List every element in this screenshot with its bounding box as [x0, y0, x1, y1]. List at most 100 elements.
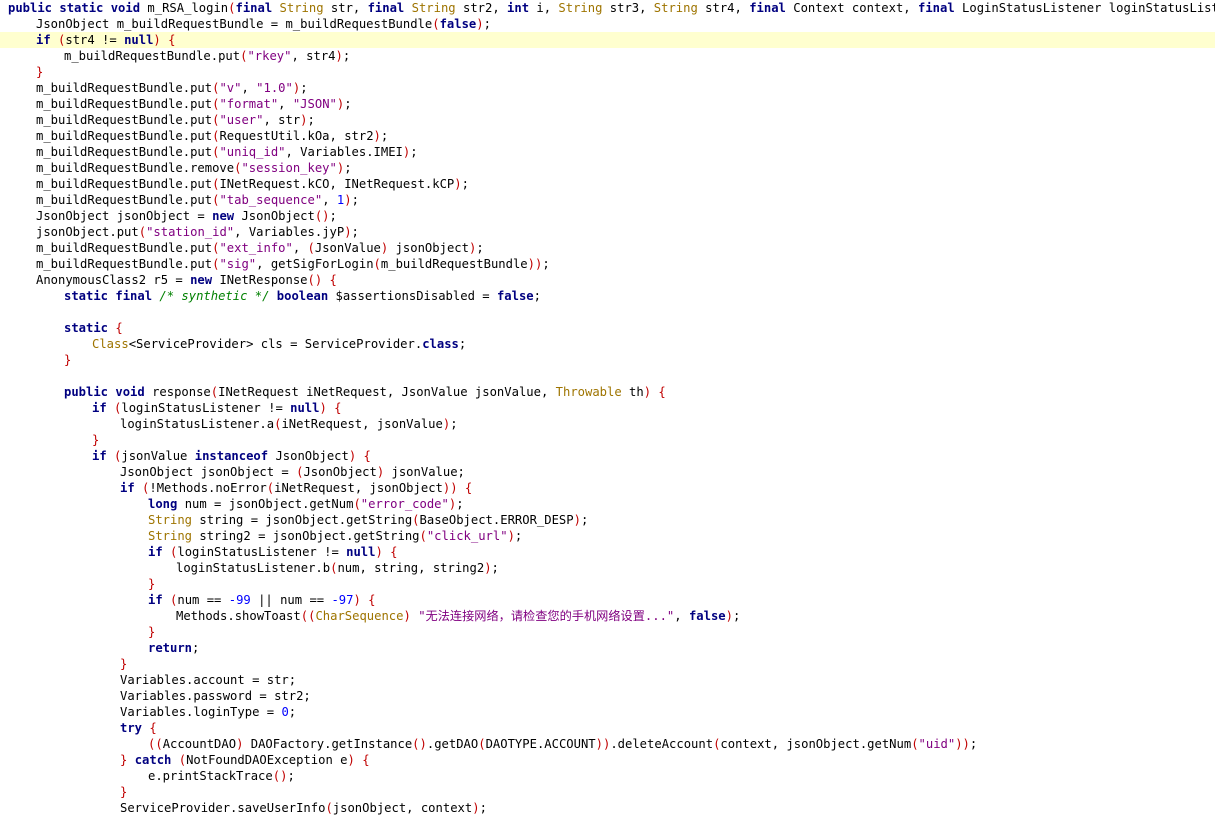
- code-line[interactable]: Variables.loginType = 0;: [0, 704, 1215, 720]
- code-line[interactable]: loginStatusListener.a(iNetRequest, jsonV…: [0, 416, 1215, 432]
- code-token-keyword: if: [92, 449, 115, 463]
- code-line[interactable]: ServiceProvider.saveUserInfo(jsonObject,…: [0, 800, 1215, 816]
- code-token-plain: iNetRequest, jsonValue: [281, 417, 443, 431]
- code-token-brace: )): [595, 737, 611, 751]
- code-line[interactable]: public void response(INetRequest iNetReq…: [0, 384, 1215, 400]
- code-line[interactable]: m_buildRequestBundle.remove("session_key…: [0, 160, 1215, 176]
- code-line[interactable]: if (num == -99 || num == -97) {: [0, 592, 1215, 608]
- code-line[interactable]: m_buildRequestBundle.put("user", str);: [0, 112, 1215, 128]
- code-token-keyword: false: [439, 17, 477, 31]
- code-token-plain: ;: [351, 193, 359, 207]
- code-line[interactable]: if (loginStatusListener != null) {: [0, 400, 1215, 416]
- code-line[interactable]: }: [0, 784, 1215, 800]
- code-line[interactable]: }: [0, 656, 1215, 672]
- code-token-keyword: try: [120, 721, 150, 735]
- code-token-brace: ): [300, 113, 308, 127]
- code-line[interactable]: if (loginStatusListener != null) {: [0, 544, 1215, 560]
- code-token-brace: ): [403, 609, 411, 623]
- code-token-brace: (: [138, 225, 147, 239]
- code-line[interactable]: static {: [0, 320, 1215, 336]
- code-token-brace: {: [368, 593, 376, 607]
- code-token-brace: (: [432, 17, 440, 31]
- code-token-string: "error_code": [360, 497, 449, 511]
- code-token-plain: ;: [192, 641, 200, 655]
- code-token-brace: {: [115, 321, 123, 335]
- code-line[interactable]: String string = jsonObject.getString(Bas…: [0, 512, 1215, 528]
- code-token-plain: m_buildRequestBundle.put: [36, 193, 213, 207]
- code-token-plain: loginStatusListener !=: [177, 545, 347, 559]
- code-token-plain: AccountDAO: [162, 737, 237, 751]
- code-token-brace: }: [120, 785, 128, 799]
- code-line[interactable]: public static void m_RSA_login(final Str…: [0, 0, 1215, 16]
- code-token-plain: ;: [300, 81, 308, 95]
- code-line[interactable]: m_buildRequestBundle.put("tab_sequence",…: [0, 192, 1215, 208]
- code-line[interactable]: JsonObject jsonObject = (JsonObject) jso…: [0, 464, 1215, 480]
- code-token-brace: ): [344, 225, 352, 239]
- code-line[interactable]: m_buildRequestBundle.put("v", "1.0");: [0, 80, 1215, 96]
- code-line[interactable]: return;: [0, 640, 1215, 656]
- code-token-type: String: [653, 1, 706, 15]
- code-line[interactable]: if (jsonValue instanceof JsonObject) {: [0, 448, 1215, 464]
- code-token-plain: th: [629, 385, 644, 399]
- code-line[interactable]: [0, 368, 1215, 384]
- code-token-plain: ;: [450, 417, 458, 431]
- code-token-plain: jsonObject: [388, 241, 469, 255]
- code-line[interactable]: m_buildRequestBundle.put("rkey", str4);: [0, 48, 1215, 64]
- code-line[interactable]: [0, 304, 1215, 320]
- code-token-plain: ;: [380, 129, 389, 143]
- code-token-plain: Context context,: [793, 1, 918, 15]
- code-line[interactable]: jsonObject.put("station_id", Variables.j…: [0, 224, 1215, 240]
- code-token-plain: ,: [241, 81, 257, 95]
- code-line[interactable]: JsonObject m_buildRequestBundle = m_buil…: [0, 16, 1215, 32]
- code-line[interactable]: static final /* synthetic */ boolean $as…: [0, 288, 1215, 304]
- code-line[interactable]: loginStatusListener.b(num, string, strin…: [0, 560, 1215, 576]
- code-token-plain: DAOTYPE.ACCOUNT: [485, 737, 596, 751]
- code-token-brace: ((: [148, 737, 163, 751]
- code-line[interactable]: try {: [0, 720, 1215, 736]
- code-token-brace: ): [643, 385, 652, 399]
- code-line[interactable]: ((AccountDAO) DAOFactory.getInstance().g…: [0, 736, 1215, 752]
- code-token-plain: JsonValue: [314, 241, 381, 255]
- code-token-plain: Methods.showToast: [176, 609, 301, 623]
- code-token-brace: {: [390, 545, 398, 559]
- code-token-keyword: if: [120, 481, 143, 495]
- code-line[interactable]: }: [0, 432, 1215, 448]
- code-line[interactable]: } catch (NotFoundDAOException e) {: [0, 752, 1215, 768]
- code-line[interactable]: String string2 = jsonObject.getString("c…: [0, 528, 1215, 544]
- code-line[interactable]: }: [0, 64, 1215, 80]
- code-editor[interactable]: public static void m_RSA_login (final Str…: [0, 0, 1215, 824]
- code-line[interactable]: m_buildRequestBundle.put(RequestUtil.kOa…: [0, 128, 1215, 144]
- code-line[interactable]: Variables.password = str2;: [0, 688, 1215, 704]
- code-line[interactable]: m_buildRequestBundle.put("format", "JSON…: [0, 96, 1215, 112]
- code-line[interactable]: AnonymousClass2 r5 = new INetResponse() …: [0, 272, 1215, 288]
- code-token-keyword: false: [496, 289, 534, 303]
- code-line[interactable]: }: [0, 576, 1215, 592]
- code-line[interactable]: m_buildRequestBundle.put ("sig", getSigFo…: [0, 256, 1215, 272]
- code-line[interactable]: m_buildRequestBundle.put("ext_info", (Js…: [0, 240, 1215, 256]
- code-line[interactable]: m_buildRequestBundle.put(INetRequest.kCO…: [0, 176, 1215, 192]
- code-line[interactable]: Class<ServiceProvider> cls = ServiceProv…: [0, 336, 1215, 352]
- code-token-plain: jsonObject, context: [332, 801, 473, 815]
- code-token-brace: {: [658, 385, 666, 399]
- code-token-plain: ;: [329, 209, 337, 223]
- code-token-plain: m_buildRequestBundle.put: [36, 177, 213, 191]
- code-token-keyword: null: [124, 33, 154, 47]
- code-token-type: String: [279, 1, 331, 15]
- code-line[interactable]: long num = jsonObject.getNum("error_code…: [0, 496, 1215, 512]
- code-token-string: "无法连接网络，请检查您的手机网络设置...": [418, 609, 675, 623]
- code-token-keyword: instanceof: [194, 449, 276, 463]
- code-line[interactable]: e.printStackTrace();: [0, 768, 1215, 784]
- code-token-plain: i,: [536, 1, 559, 15]
- code-line[interactable]: }: [0, 624, 1215, 640]
- code-line[interactable]: if (str4 != null) {: [0, 32, 1215, 48]
- code-token-number: 0: [281, 705, 289, 719]
- code-line[interactable]: Variables.account = str;: [0, 672, 1215, 688]
- code-token-plain: <ServiceProvider> cls = ServiceProvider.: [128, 337, 423, 351]
- code-line[interactable]: Methods.showToast((CharSequence) "无法连接网络…: [0, 608, 1215, 624]
- code-line[interactable]: m_buildRequestBundle.put("uniq_id", Vari…: [0, 144, 1215, 160]
- code-token-plain: , str: [263, 113, 301, 127]
- code-line[interactable]: JsonObject jsonObject = new JsonObject()…: [0, 208, 1215, 224]
- code-line[interactable]: if (!Methods.noError(iNetRequest, jsonOb…: [0, 480, 1215, 496]
- code-token-keyword: if: [148, 593, 171, 607]
- code-line[interactable]: }: [0, 352, 1215, 368]
